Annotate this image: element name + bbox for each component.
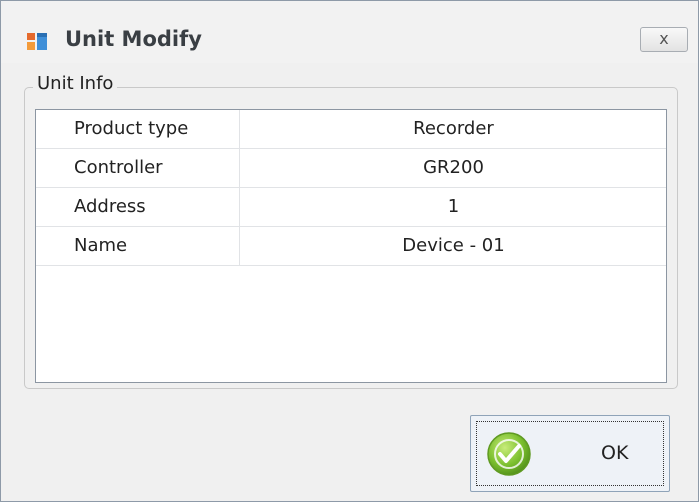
grid-row-controller[interactable]: Controller GR200 [36, 149, 666, 188]
title-bar[interactable]: Unit Modify x [1, 1, 698, 63]
row-value-controller[interactable]: GR200 [241, 149, 666, 187]
grid-row-product-type[interactable]: Product type Recorder [36, 110, 666, 149]
close-icon: x [659, 29, 669, 48]
row-key-name: Name [36, 227, 240, 265]
unit-info-grid: Product type Recorder Controller GR200 A… [35, 109, 667, 383]
row-key-controller: Controller [36, 149, 240, 187]
grid-row-name[interactable]: Name Device - 01 [36, 227, 666, 266]
grid-row-address[interactable]: Address 1 [36, 188, 666, 227]
window-app-icon [27, 33, 47, 50]
check-icon [487, 432, 531, 476]
ok-button[interactable]: OK [470, 415, 670, 492]
unit-modify-dialog: Unit Modify x Unit Info Product type Rec… [0, 0, 699, 502]
unit-info-legend: Unit Info [33, 73, 118, 94]
row-value-name[interactable]: Device - 01 [241, 227, 666, 265]
close-button[interactable]: x [640, 27, 688, 52]
ok-button-label: OK [601, 442, 629, 464]
row-key-product-type: Product type [36, 110, 240, 148]
row-value-product-type[interactable]: Recorder [241, 110, 666, 148]
row-value-address[interactable]: 1 [241, 188, 666, 226]
row-key-address: Address [36, 188, 240, 226]
window-title: Unit Modify [65, 27, 202, 51]
